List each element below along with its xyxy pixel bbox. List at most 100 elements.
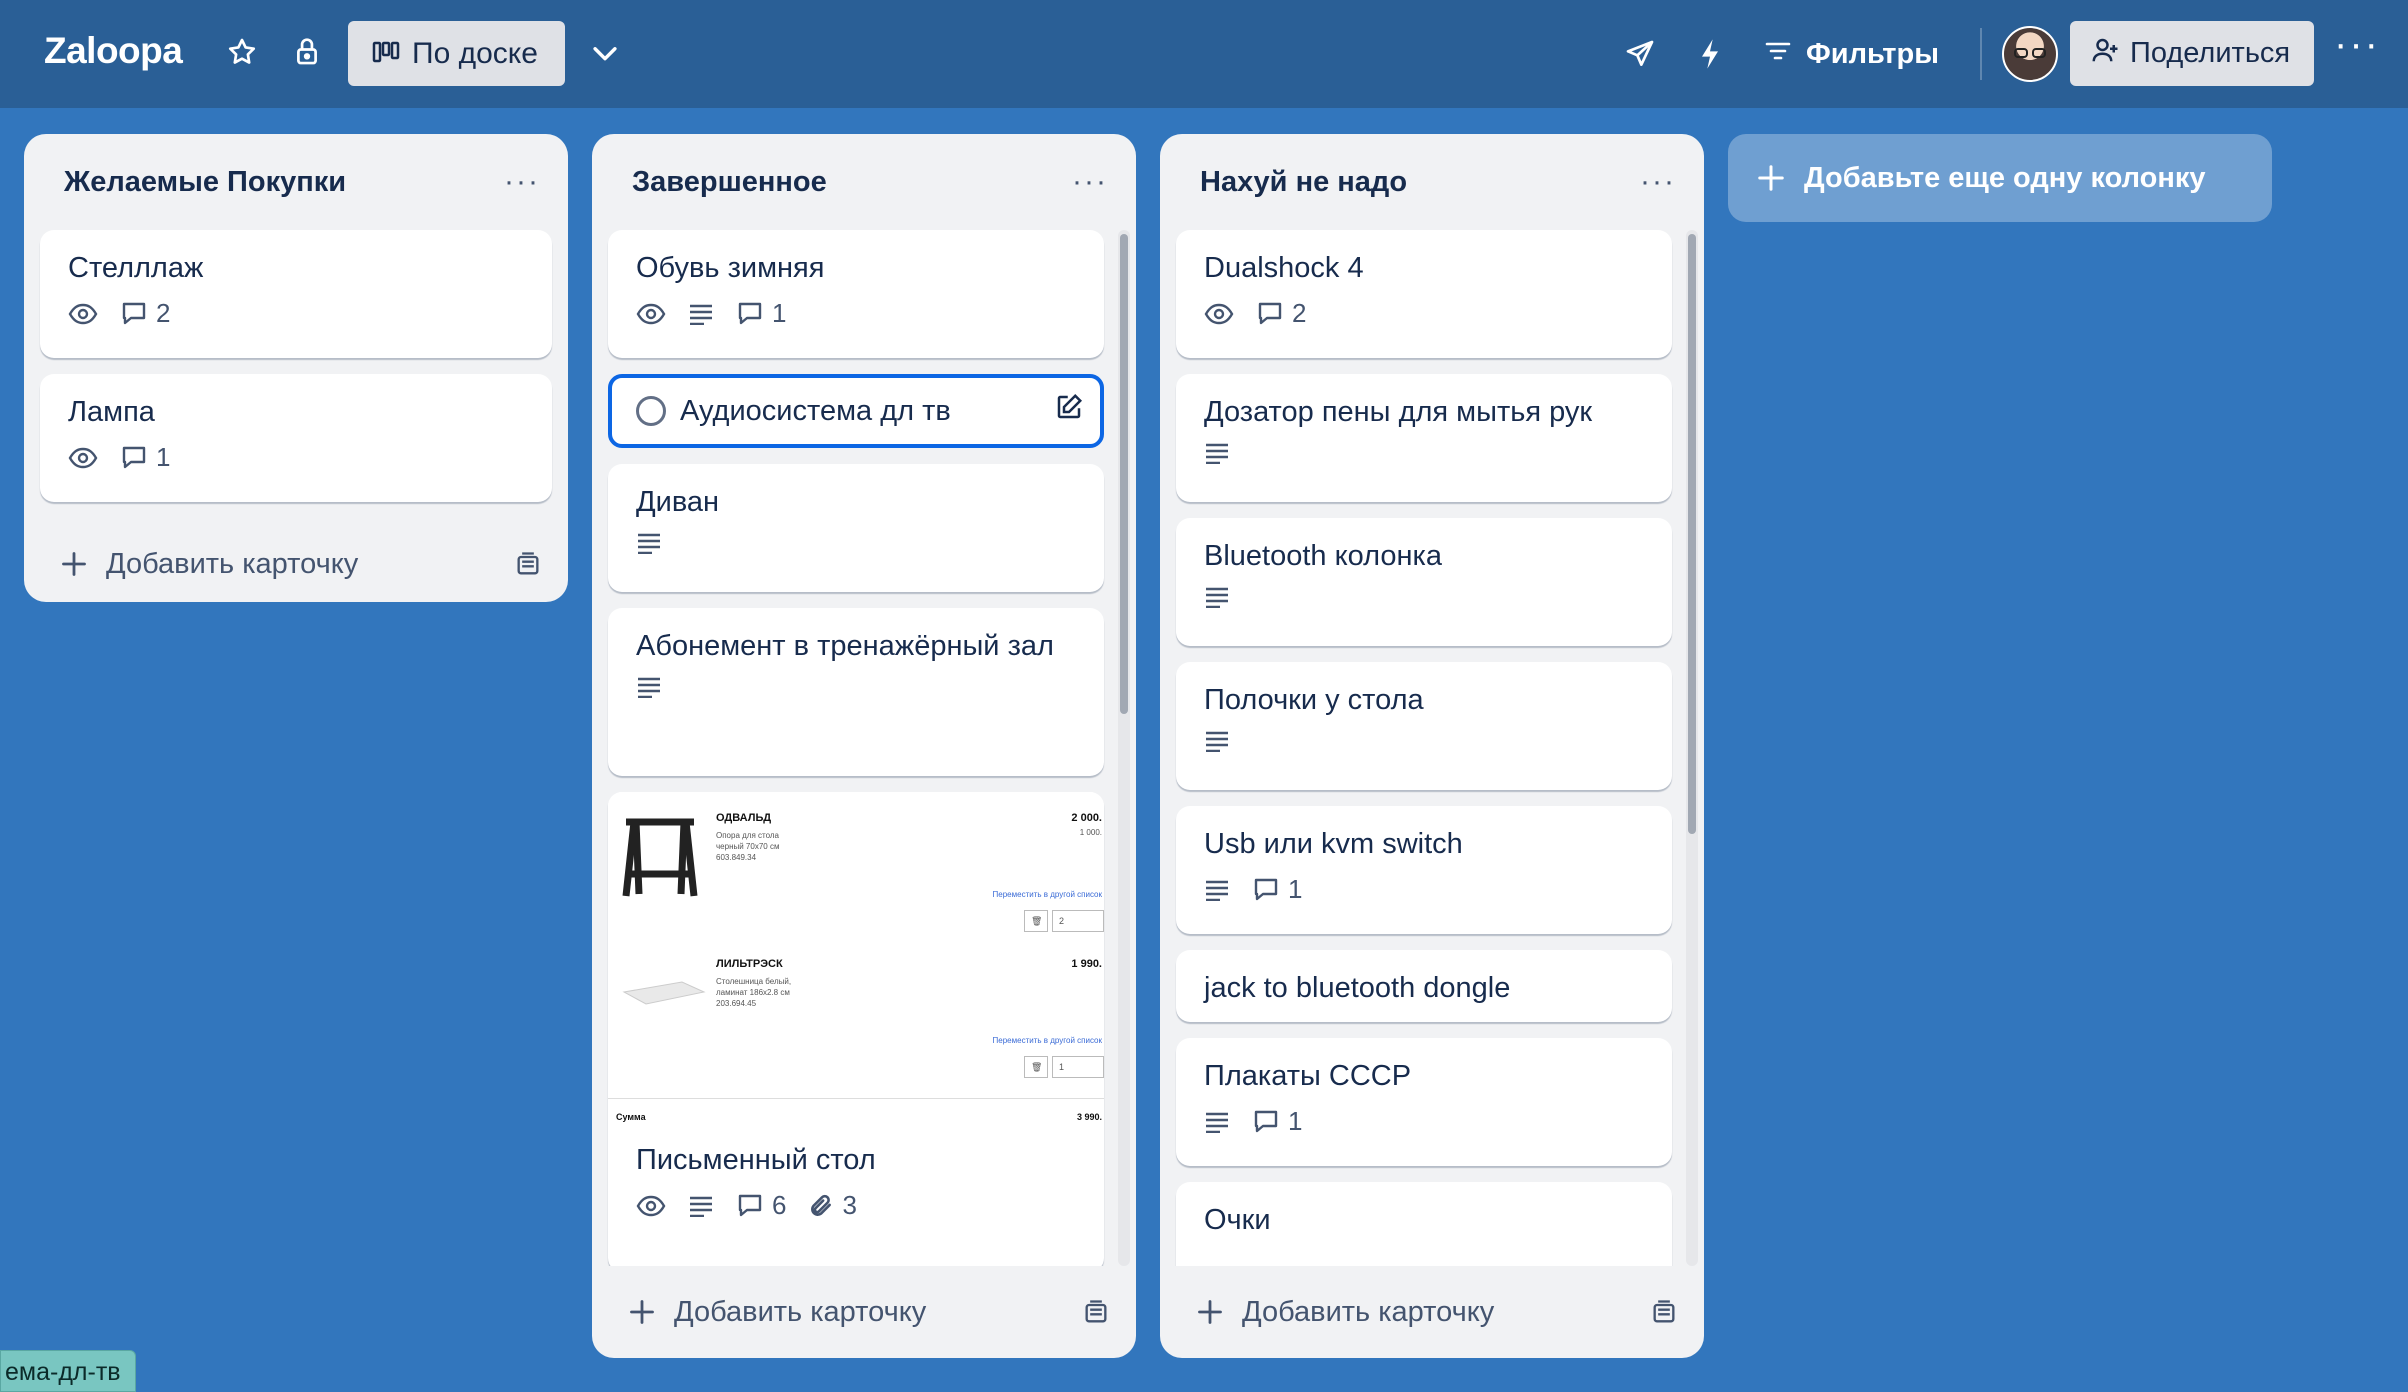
card-badges xyxy=(1204,730,1644,752)
rocket-icon[interactable] xyxy=(1624,38,1656,70)
card-badges xyxy=(1204,442,1644,464)
card-badges: 1 xyxy=(1204,1106,1644,1137)
attachments-badge: 3 xyxy=(808,1190,857,1221)
card[interactable]: Полочки у стола xyxy=(1176,662,1672,790)
card-title: Аудиосистема дл тв xyxy=(680,395,951,427)
card-editing[interactable]: Аудиосистема дл тв xyxy=(608,374,1104,448)
description-icon xyxy=(1204,879,1230,901)
comment-icon xyxy=(738,302,762,324)
card-with-cover[interactable]: ОДВАЛЬД Опора для стола черный 70x70 см … xyxy=(608,792,1104,1266)
card-title: Дозатор пены для мытья рук xyxy=(1204,396,1593,428)
description-icon xyxy=(688,1195,714,1217)
card-title: Usb или kvm switch xyxy=(1204,828,1463,860)
add-card-label: Добавить карточку xyxy=(106,547,359,580)
board-header: Zaloopa По доске Фильтры Поделиться ··· xyxy=(0,0,2408,108)
user-avatar[interactable] xyxy=(2002,26,2058,82)
list-completed: Завершенное ··· Обувь зимняя 1 Аудиосист… xyxy=(592,134,1136,1358)
card[interactable]: Лампа 1 xyxy=(40,374,552,502)
card-badges: 1 xyxy=(1204,874,1644,905)
list-title[interactable]: Завершенное xyxy=(632,166,827,199)
chevron-down-icon[interactable] xyxy=(588,36,622,70)
comment-icon xyxy=(1254,878,1278,900)
description-icon xyxy=(688,303,714,325)
list-scroll-area: Обувь зимняя 1 Аудиосистема дл тв Диван xyxy=(592,230,1136,1266)
comments-badge: 1 xyxy=(120,442,170,473)
board-title[interactable]: Zaloopa xyxy=(44,30,183,72)
card-title: Письменный стол xyxy=(636,1144,876,1176)
preview-item-desc: Опора для стола черный 70x70 см 603.849.… xyxy=(716,831,780,862)
card[interactable]: jack to bluetooth dongle xyxy=(1176,950,1672,1022)
card[interactable]: Очки xyxy=(1176,1182,1672,1266)
list-menu-icon[interactable]: ··· xyxy=(1640,167,1676,197)
add-card-button[interactable]: Добавить карточку xyxy=(24,518,568,610)
star-icon[interactable] xyxy=(226,36,258,68)
card-badges: 2 xyxy=(1204,298,1644,329)
add-card-button[interactable]: Добавить карточку xyxy=(592,1266,1136,1358)
comment-icon xyxy=(1254,1110,1278,1132)
watch-icon xyxy=(68,303,98,325)
watch-icon xyxy=(68,447,98,469)
card[interactable]: Dualshock 4 2 xyxy=(1176,230,1672,358)
list-menu-icon[interactable]: ··· xyxy=(1072,167,1108,197)
card[interactable]: Обувь зимняя 1 xyxy=(608,230,1104,358)
description-icon xyxy=(1204,1111,1230,1133)
preview-sum-value: 3 990. xyxy=(1076,1112,1102,1122)
edit-icon[interactable] xyxy=(1054,392,1084,427)
card[interactable]: Usb или kvm switch 1 xyxy=(1176,806,1672,934)
board-view-icon xyxy=(372,37,400,71)
card[interactable]: Плакаты СССР 1 xyxy=(1176,1038,1672,1166)
preview-trash-icon: 🗑 xyxy=(1024,910,1048,932)
card-badges xyxy=(636,532,1076,554)
plus-icon xyxy=(1758,165,1784,191)
comments-badge: 2 xyxy=(1256,298,1306,329)
comment-icon xyxy=(122,302,146,324)
preview-trash-icon: 🗑 xyxy=(1024,1056,1048,1078)
add-card-button[interactable]: Добавить карточку xyxy=(1160,1266,1704,1358)
comment-count: 1 xyxy=(156,442,171,472)
share-button[interactable]: Поделиться xyxy=(2070,21,2314,86)
comment-count: 2 xyxy=(1292,298,1307,328)
template-icon[interactable] xyxy=(514,550,542,578)
card[interactable]: Абонемент в тренажёрный зал xyxy=(608,608,1104,776)
filters-button[interactable]: Фильтры xyxy=(1764,30,1939,78)
comments-badge: 6 xyxy=(736,1190,786,1221)
add-card-label: Добавить карточку xyxy=(1242,1295,1495,1328)
filters-label: Фильтры xyxy=(1806,37,1939,70)
list-scroll-area: Dualshock 4 2 Дозатор пены для мытья рук… xyxy=(1160,230,1704,1266)
header-divider xyxy=(1980,28,1982,80)
list-menu-icon[interactable]: ··· xyxy=(504,167,540,197)
card[interactable]: Диван xyxy=(608,464,1104,592)
preview-move-link: Переместить в другой список xyxy=(992,890,1102,899)
preview-item-name: ОДВАЛЬД xyxy=(716,812,772,824)
card-title: jack to bluetooth dongle xyxy=(1204,972,1511,1004)
comment-count: 1 xyxy=(1288,1106,1303,1136)
card-title: Очки xyxy=(1204,1204,1271,1236)
add-list-button[interactable]: Добавьте еще одну колонку xyxy=(1728,134,2272,222)
complete-checkbox[interactable] xyxy=(636,396,666,426)
preview-item-price-small: 1 000. xyxy=(1079,828,1102,837)
template-icon[interactable] xyxy=(1650,1298,1678,1326)
lightning-icon[interactable] xyxy=(1698,38,1722,70)
preview-item-price: 1 990. xyxy=(1071,958,1102,970)
card-badges xyxy=(636,676,1076,698)
list-title[interactable]: Нахуй не надо xyxy=(1200,166,1407,199)
comment-count: 6 xyxy=(772,1190,787,1220)
board-view-button[interactable]: По доске xyxy=(348,21,565,86)
template-icon[interactable] xyxy=(1082,1298,1110,1326)
card[interactable]: Стелллаж 2 xyxy=(40,230,552,358)
plus-icon xyxy=(630,1300,654,1324)
lock-icon[interactable] xyxy=(292,36,322,68)
board-more-icon[interactable]: ··· xyxy=(2334,24,2378,74)
card[interactable]: Дозатор пены для мытья рук xyxy=(1176,374,1672,502)
preview-divider xyxy=(608,1098,1104,1099)
card[interactable]: Bluetooth колонка xyxy=(1176,518,1672,646)
preview-item-name: ЛИЛЬТРЭСК xyxy=(716,958,783,970)
card-title: Dualshock 4 xyxy=(1204,252,1364,284)
comments-badge: 1 xyxy=(1252,874,1302,905)
list-title[interactable]: Желаемые Покупки xyxy=(64,166,346,199)
comment-icon xyxy=(738,1194,762,1216)
list-not-needed: Нахуй не надо ··· Dualshock 4 2 Дозатор … xyxy=(1160,134,1704,1358)
comments-badge: 1 xyxy=(1252,1106,1302,1137)
comment-icon xyxy=(1258,302,1282,324)
card-badges xyxy=(1204,586,1644,608)
